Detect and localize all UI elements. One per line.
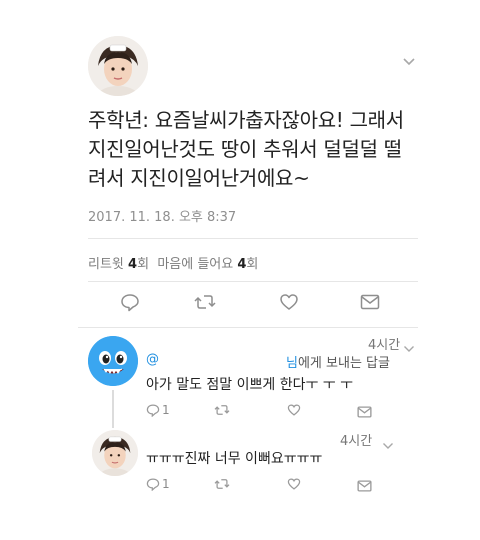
retweet-icon[interactable]: [194, 292, 216, 316]
reply-message-icon[interactable]: [357, 477, 372, 496]
handle[interactable]: @: [146, 352, 159, 367]
profile-photo: [92, 430, 138, 476]
tweet-text-line: 려서 지진이일어난거에요~: [88, 166, 310, 190]
thread-connector: [112, 390, 114, 428]
reply-time: 4시간: [368, 338, 401, 353]
reply-text: ㅠㅠㅠ진짜 너무 이뻐요ㅠㅠㅠ: [146, 451, 323, 467]
tweet-stats: 리트윗 4회 마음에 들어요 4회: [88, 253, 258, 272]
retweet-count[interactable]: 4: [128, 257, 137, 272]
like-icon[interactable]: [279, 292, 299, 316]
reply-icon[interactable]: [120, 292, 140, 316]
reply-avatar-author[interactable]: [92, 430, 138, 476]
reply-handle: @: [146, 352, 159, 367]
reply-count: 1: [162, 477, 170, 491]
reply-to-label: 님에게 보내는 답글: [286, 352, 390, 371]
squirtle-avatar-icon: [88, 336, 138, 386]
message-icon[interactable]: [360, 294, 380, 314]
like-unit: 회: [246, 257, 259, 272]
reply-text: 아가 말도 점말 이쁘게 한다ㅜ ㅜ ㅜ: [146, 377, 354, 393]
reply-menu-chevron-icon[interactable]: [382, 435, 394, 454]
tweet-menu-chevron-icon[interactable]: [402, 52, 416, 66]
like-stat-label[interactable]: 마음에 들어요: [157, 257, 233, 272]
tweet-text-line: 지진일어난것도 땅이 추워서 덜덜덜 떨: [88, 137, 402, 161]
tweet-text-line: 주학년: 요즘날씨가춥자잖아요! 그래서: [88, 108, 404, 132]
divider: [78, 327, 418, 328]
reply-to-user[interactable]: 님: [286, 356, 298, 371]
reply-avatar-mascot[interactable]: [88, 336, 138, 386]
reply-to-suffix: 에게 보내는 답글: [297, 356, 390, 371]
reply-reply-icon[interactable]: [146, 402, 160, 421]
reply-like-icon[interactable]: [287, 402, 301, 421]
reply-retweet-icon[interactable]: [214, 402, 230, 421]
tweet-timestamp: 2017. 11. 18. 오후 8:37: [88, 210, 237, 225]
reply-menu-chevron-icon[interactable]: [403, 338, 415, 357]
reply-time: 4시간: [340, 434, 373, 449]
retweet-stat-label[interactable]: 리트윗: [88, 257, 124, 272]
author-avatar[interactable]: [88, 36, 148, 96]
divider: [88, 281, 418, 282]
reply-reply-icon[interactable]: [146, 476, 160, 495]
reply-count: 1: [162, 403, 170, 417]
divider: [88, 238, 418, 239]
reply-like-icon[interactable]: [287, 476, 301, 495]
profile-photo: [88, 36, 148, 96]
retweet-unit: 회: [137, 257, 150, 272]
reply-message-icon[interactable]: [357, 403, 372, 422]
tweet-text: 주학년: 요즘날씨가춥자잖아요! 그래서 지진일어난것도 땅이 추워서 덜덜덜 …: [88, 106, 448, 193]
reply-retweet-icon[interactable]: [214, 476, 230, 495]
